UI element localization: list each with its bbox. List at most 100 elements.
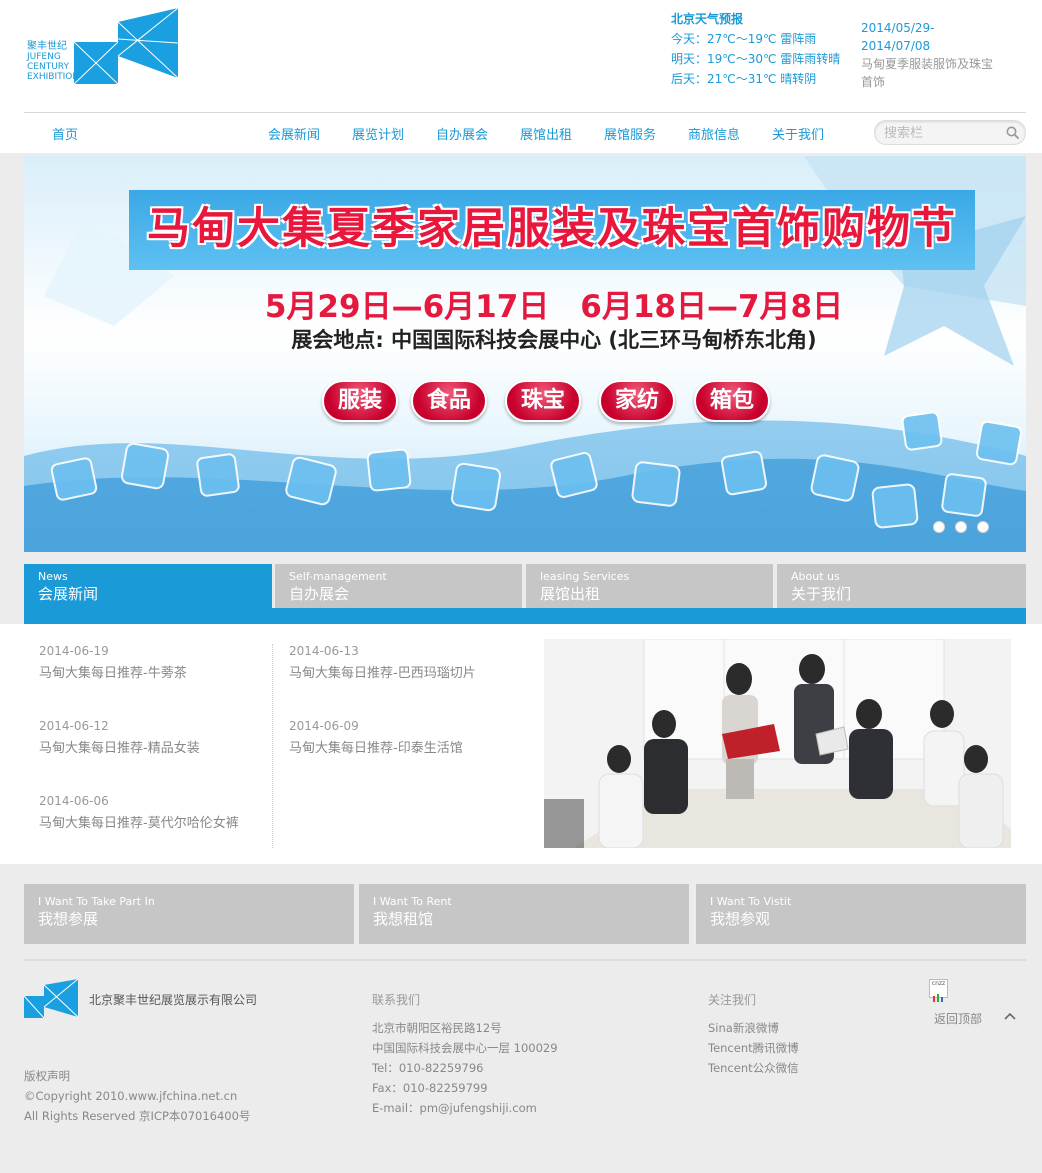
news-item[interactable]: 2014-06-13 马甸大集每日推荐-巴西玛瑙切片 <box>289 643 509 685</box>
banner-category-pill: 食品 <box>411 380 487 422</box>
banner-category-pill: 家纺 <box>599 380 675 422</box>
news-item[interactable]: 2014-06-12 马甸大集每日推荐-精品女装 <box>39 718 259 760</box>
news-title[interactable]: 马甸大集每日推荐-巴西玛瑙切片 <box>289 663 509 685</box>
news-title[interactable]: 马甸大集每日推荐-牛蒡茶 <box>39 663 259 685</box>
tab-en-label: leasing Services <box>540 570 630 583</box>
tab-en-label: Self-management <box>289 570 387 583</box>
nav-home[interactable]: 首页 <box>52 124 78 143</box>
tab-news[interactable]: News 会展新闻 <box>24 564 272 608</box>
nav-item-travel[interactable]: 商旅信息 <box>688 124 740 143</box>
slide-dot[interactable] <box>955 521 967 533</box>
exhibition-title[interactable]: 马甸夏季服装服饰及珠宝首饰 <box>861 55 996 91</box>
contact-line: Fax：010-82259799 <box>372 1081 488 1095</box>
cnzz-stat-icon[interactable]: cnzz <box>929 979 948 1002</box>
tab-zh-label: 会展新闻 <box>38 585 99 603</box>
nav-item-self-exhibitions[interactable]: 自办展会 <box>436 124 488 143</box>
cta-visit-button[interactable]: I Want To Vistit 我想参观 <box>696 884 1026 944</box>
news-item[interactable]: 2014-06-09 马甸大集每日推荐-印泰生活馆 <box>289 718 509 760</box>
bar-chart-icon <box>933 994 943 1002</box>
nav-item-plan[interactable]: 展览计划 <box>352 124 404 143</box>
nav-item-news[interactable]: 会展新闻 <box>268 124 320 143</box>
back-to-top-link[interactable]: 返回顶部 <box>934 1010 982 1027</box>
hero-banner[interactable]: 马甸大集夏季家居服装及珠宝首饰购物节 5月29日—6月17日 6月18日—7月8… <box>24 156 1026 552</box>
cta-rent-button[interactable]: I Want To Rent 我想租馆 <box>359 884 689 944</box>
weather-day-after: 后天：21℃～31℃ 晴转阴 <box>671 72 817 86</box>
tencent-weibo-link[interactable]: Tencent腾讯微博 <box>708 1038 799 1058</box>
banner-category-pill: 服装 <box>322 380 398 422</box>
cnzz-label: cnzz <box>931 980 946 987</box>
news-date: 2014-06-06 <box>39 794 109 808</box>
weather-title: 北京天气预报 <box>671 12 744 26</box>
footer-logo-icon <box>24 979 79 1019</box>
tab-zh-label: 自办展会 <box>289 585 350 603</box>
tab-leasing-services[interactable]: leasing Services 展馆出租 <box>526 564 773 608</box>
weather-widget: 北京天气预报 今天：27℃～19℃ 雷阵雨 明天：19℃～30℃ 雷阵雨转晴 后… <box>671 9 840 89</box>
main-nav: 首页 会展新闻 展览计划 自办展会 展馆出租 展馆服务 商旅信息 关于我们 <box>24 113 1026 153</box>
news-item[interactable]: 2014-06-06 马甸大集每日推荐-莫代尔哈伦女裤 <box>39 793 249 835</box>
contact-line: 中国国际科技会展中心一层 100029 <box>372 1041 558 1055</box>
slide-dot[interactable] <box>933 521 945 533</box>
cta-exhibit-button[interactable]: I Want To Take Part In 我想参展 <box>24 884 354 944</box>
tencent-wechat-link[interactable]: Tencent公众微信 <box>708 1058 799 1078</box>
cta-en-label: I Want To Rent <box>373 895 452 908</box>
weather-tomorrow: 明天：19℃～30℃ 雷阵雨转晴 <box>671 52 841 66</box>
exhibition-dates: 2014/05/29-2014/07/08 <box>861 21 935 53</box>
news-date: 2014-06-19 <box>39 644 109 658</box>
nav-item-about[interactable]: 关于我们 <box>772 124 824 143</box>
tab-underline <box>24 608 1026 624</box>
business-meeting-photo <box>544 639 1011 848</box>
company-name: 北京聚丰世纪展览展示有限公司 <box>89 993 258 1007</box>
banner-category-pill: 珠宝 <box>505 380 581 422</box>
tab-zh-label: 展馆出租 <box>540 585 601 603</box>
cta-zh-label: 我想租馆 <box>373 910 434 928</box>
nav-item-hall-rental[interactable]: 展馆出租 <box>520 124 572 143</box>
banner-venue: 展会地点: 中国国际科技会展中心 (北三环马甸桥东北角) <box>291 328 817 352</box>
cta-zh-label: 我想参展 <box>38 910 99 928</box>
logo-en-line: EXHIBITION <box>27 72 80 82</box>
follow-heading: 关注我们 <box>708 993 757 1007</box>
cta-en-label: I Want To Vistit <box>710 895 792 908</box>
tab-about-us[interactable]: About us 关于我们 <box>777 564 1026 608</box>
weather-today: 今天：27℃～19℃ 雷阵雨 <box>671 32 817 46</box>
tab-zh-label: 关于我们 <box>791 585 852 603</box>
contact-heading: 联系我们 <box>372 993 421 1007</box>
banner-category-pill: 箱包 <box>694 380 770 422</box>
logo-en-line: JUFENG <box>27 52 61 62</box>
news-divider <box>272 644 273 848</box>
tab-en-label: About us <box>791 570 840 583</box>
logo-cn: 聚丰世纪 <box>27 41 67 52</box>
copyright-line: All Rights Reserved 京ICP本07016400号 <box>24 1109 251 1123</box>
contact-email[interactable]: E-mail：pm@jufengshiji.com <box>372 1098 558 1118</box>
copyright-notice: 版权声明 ©Copyright 2010.www.jfchina.net.cn … <box>24 1066 250 1126</box>
follow-links: Sina新浪微博 Tencent腾讯微博 Tencent公众微信 <box>708 1018 799 1078</box>
logo-text: 聚丰世纪 JUFENG CENTURY EXHIBITION <box>27 41 80 83</box>
search-icon[interactable] <box>1006 126 1020 140</box>
slide-dot[interactable] <box>977 521 989 533</box>
news-date: 2014-06-12 <box>39 719 109 733</box>
search-input[interactable] <box>884 124 1004 142</box>
news-title[interactable]: 马甸大集每日推荐-印泰生活馆 <box>289 738 509 760</box>
current-exhibition[interactable]: 2014/05/29-2014/07/08 马甸夏季服装服饰及珠宝首饰 <box>861 19 996 91</box>
tab-en-label: News <box>38 570 68 583</box>
nav-item-hall-services[interactable]: 展馆服务 <box>604 124 656 143</box>
copyright-line[interactable]: 版权声明 <box>24 1066 250 1086</box>
contact-info: 北京市朝阳区裕民路12号 中国国际科技会展中心一层 100029 Tel：010… <box>372 1018 558 1118</box>
news-title[interactable]: 马甸大集每日推荐-精品女装 <box>39 738 259 760</box>
cta-zh-label: 我想参观 <box>710 910 771 928</box>
banner-dates: 5月29日—6月17日 6月18日—7月8日 <box>264 289 844 325</box>
copyright-line: ©Copyright 2010.www.jfchina.net.cn <box>24 1089 238 1103</box>
cta-en-label: I Want To Take Part In <box>38 895 155 908</box>
chevron-up-icon[interactable] <box>1003 1011 1017 1021</box>
news-item[interactable]: 2014-06-19 马甸大集每日推荐-牛蒡茶 <box>39 643 259 685</box>
news-date: 2014-06-09 <box>289 719 359 733</box>
tab-self-management[interactable]: Self-management 自办展会 <box>275 564 522 608</box>
contact-line: Tel：010-82259796 <box>372 1061 484 1075</box>
news-date: 2014-06-13 <box>289 644 359 658</box>
banner-title: 马甸大集夏季家居服装及珠宝首饰购物节 <box>147 204 957 254</box>
sina-weibo-link[interactable]: Sina新浪微博 <box>708 1018 799 1038</box>
contact-line: 北京市朝阳区裕民路12号 <box>372 1021 502 1035</box>
news-title[interactable]: 马甸大集每日推荐-莫代尔哈伦女裤 <box>39 813 249 835</box>
logo-en-line: CENTURY <box>27 62 69 72</box>
search-box <box>874 120 1026 145</box>
footer-divider <box>24 959 1026 961</box>
